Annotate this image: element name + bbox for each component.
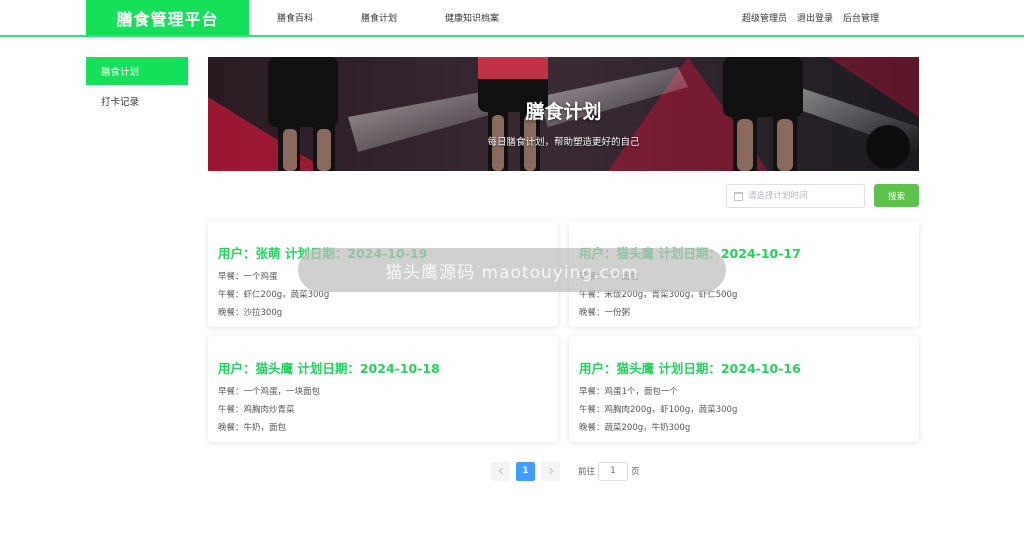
search-button[interactable]: 搜索 (874, 184, 919, 207)
plan-card-title: 用户：猫头鹰 计划日期：2024-10-17 (579, 246, 801, 261)
goto-prefix: 前往 (578, 467, 596, 477)
nav-item-health-knowledge[interactable]: 健康知识档案 (445, 11, 499, 24)
user-links: 超级管理员 退出登录 后台管理 (732, 0, 879, 35)
plan-card-breakfast: 早餐：鸡蛋1个，面包一个 (579, 387, 678, 397)
banner-subtitle: 每日膳食计划，帮助塑造更好的自己 (487, 137, 640, 148)
plan-card-title: 用户：张萌 计划日期：2024-10-19 (218, 246, 428, 261)
sidebar-item-diet-plan[interactable]: 膳食计划 (86, 57, 188, 85)
plan-card-breakfast: 早餐：一个面包 (579, 272, 639, 282)
calendar-icon (734, 191, 743, 201)
plan-card-dinner: 晚餐：蔬菜200g，牛奶300g (579, 423, 691, 433)
plan-date-input[interactable] (748, 191, 858, 201)
plan-card-dinner: 晚餐：一份粥 (579, 308, 631, 318)
plan-card-breakfast: 早餐：一个鸡蛋 (218, 272, 278, 282)
chevron-left-icon (498, 467, 503, 475)
goto-page: 前往 页 (578, 461, 640, 481)
plan-card-title: 用户：猫头鹰 计划日期：2024-10-16 (579, 361, 801, 376)
next-page-button[interactable] (541, 461, 560, 481)
pagination: 1 前往 页 (491, 461, 640, 481)
plan-card-lunch: 午餐：虾仁200g，蔬菜300g (218, 290, 330, 300)
top-header: 膳食管理平台 膳食百科 膳食计划 健康知识档案 超级管理员 退出登录 后台管理 (0, 0, 1024, 37)
main-nav: 膳食百科 膳食计划 健康知识档案 (277, 0, 547, 35)
plan-card-lunch: 午餐：鸡胸肉200g，虾100g，蔬菜300g (579, 405, 738, 415)
plan-card-dinner: 晚餐：牛奶，面包 (218, 423, 287, 433)
banner-title: 膳食计划 (525, 101, 602, 123)
hero-banner: 膳食计划 每日膳食计划，帮助塑造更好的自己 (208, 57, 919, 171)
plan-date-picker[interactable] (726, 184, 865, 208)
goto-page-input[interactable] (598, 461, 629, 481)
brand-logo[interactable]: 膳食管理平台 (86, 0, 249, 35)
goto-suffix: 页 (631, 467, 640, 477)
plan-card-breakfast: 早餐：一个鸡蛋，一块面包 (218, 387, 321, 397)
plan-card-lunch: 午餐：鸡胸肉炒青菜 (218, 405, 295, 415)
sidebar-item-checkin-records[interactable]: 打卡记录 (86, 87, 188, 115)
logout-link[interactable]: 退出登录 (797, 11, 833, 24)
prev-page-button[interactable] (491, 461, 510, 481)
plan-card[interactable]: 用户：张萌 计划日期：2024-10-19 早餐：一个鸡蛋 午餐：虾仁200g，… (208, 221, 558, 327)
current-user-link[interactable]: 超级管理员 (742, 11, 787, 24)
sidebar: 膳食计划 打卡记录 (86, 57, 188, 117)
plan-card[interactable]: 用户：猫头鹰 计划日期：2024-10-18 早餐：一个鸡蛋，一块面包 午餐：鸡… (208, 336, 558, 442)
plan-card[interactable]: 用户：猫头鹰 计划日期：2024-10-16 早餐：鸡蛋1个，面包一个 午餐：鸡… (569, 336, 919, 442)
plan-card-title: 用户：猫头鹰 计划日期：2024-10-18 (218, 361, 440, 376)
chevron-right-icon (548, 467, 553, 475)
nav-item-diet-plan[interactable]: 膳食计划 (361, 11, 397, 24)
plan-card[interactable]: 用户：猫头鹰 计划日期：2024-10-17 早餐：一个面包 午餐：米饭200g… (569, 221, 919, 327)
page-number-current[interactable]: 1 (516, 461, 535, 481)
admin-link[interactable]: 后台管理 (843, 11, 879, 24)
plan-card-lunch: 午餐：米饭200g，青菜300g，虾仁500g (579, 290, 738, 300)
plan-card-dinner: 晚餐：沙拉300g (218, 308, 283, 318)
nav-item-diet-encyclopedia[interactable]: 膳食百科 (277, 11, 313, 24)
